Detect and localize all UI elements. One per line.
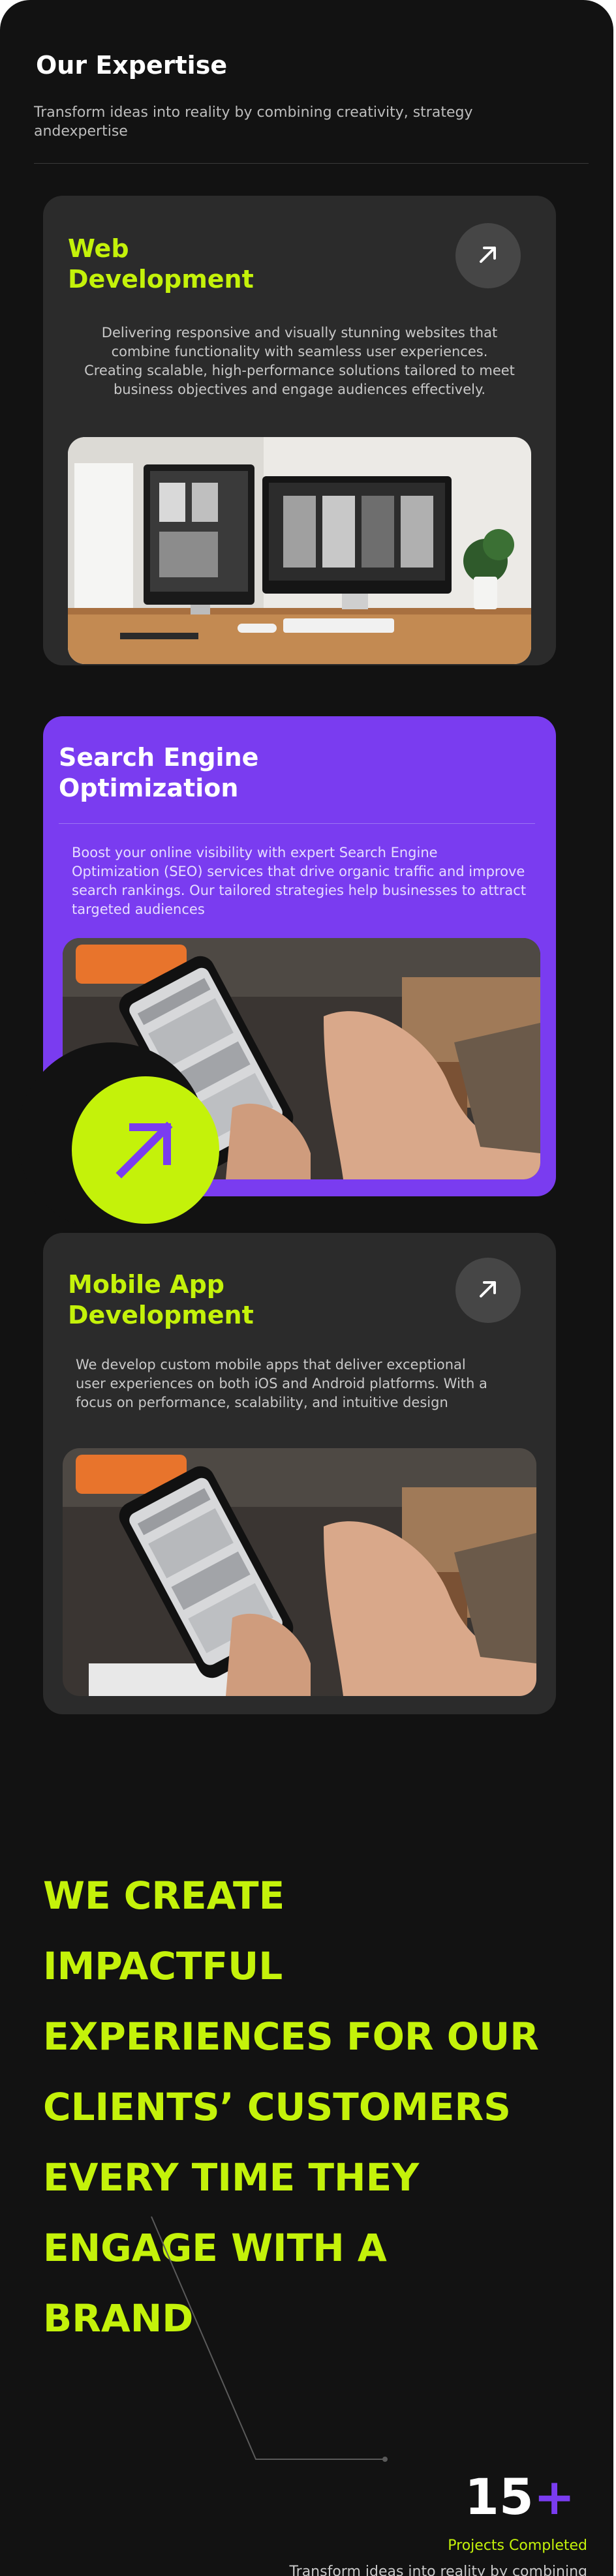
projects-number: 15 — [465, 2468, 534, 2526]
phone-screen: Our Expertise Transform ideas into reali… — [0, 0, 613, 2576]
connector-line — [151, 2216, 388, 2462]
projects-count: 15+ — [465, 2472, 575, 2522]
projects-description: Transform ideas into reality by combinin… — [289, 2564, 587, 2576]
projects-plus: + — [533, 2468, 576, 2526]
projects-label: Projects Completed — [448, 2538, 587, 2554]
